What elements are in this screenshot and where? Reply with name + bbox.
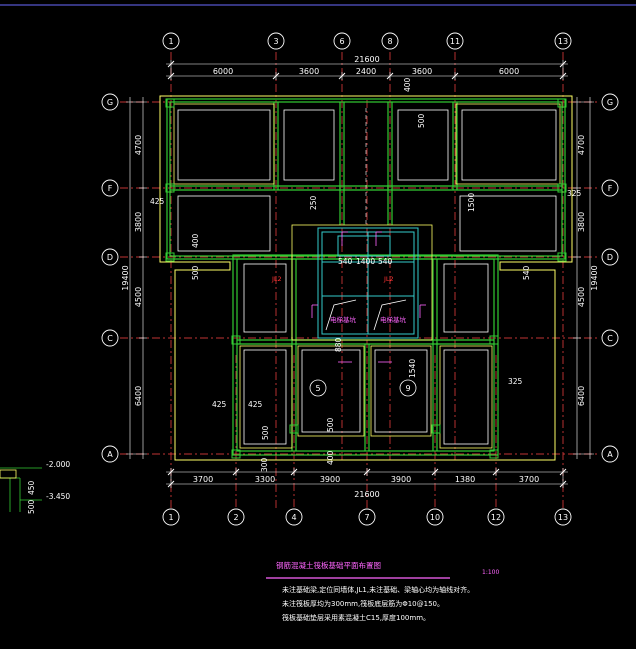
note-2: 未注筏板厚均为300mm,筏板底层筋为Φ10@150。 <box>282 599 444 608</box>
dim-bottom-2: 3300 <box>255 475 275 484</box>
axis-labels-left: G F D C A <box>107 98 113 459</box>
note-1: 未注基础梁,定位同墙体,JL1,未注基础、梁轴心均为轴线对齐。 <box>282 585 474 594</box>
label-elevator-pit-b: 电梯基坑 <box>380 315 407 324</box>
dim-1500: 1500 <box>467 193 476 212</box>
dim-left-2: 3800 <box>134 212 143 232</box>
dim-400-d: 400 <box>326 450 335 465</box>
dim-1540: 1540 <box>408 359 417 378</box>
dim-400-top: 400 <box>403 77 412 92</box>
side-elev-a: -2.000 <box>46 460 70 469</box>
dim-bottom-1: 3700 <box>193 475 213 484</box>
axis-top-3: 3 <box>273 37 278 46</box>
axis-5-9-bubbles <box>309 379 417 397</box>
axis-left-F: F <box>108 184 113 193</box>
dim-bottom-total: 21600 <box>354 490 379 499</box>
dim-left-total: 19400 <box>121 265 130 290</box>
axis-top-1: 1 <box>168 37 173 46</box>
foundation-plan-drawing: 1 3 6 8 11 13 1 2 4 7 10 12 13 G F D C A… <box>0 4 636 622</box>
dim-500-c: 500 <box>261 425 270 440</box>
dim-bottom-4: 3900 <box>391 475 411 484</box>
dim-left-3: 4500 <box>134 287 143 307</box>
axis-right-F: F <box>608 184 613 193</box>
axis-bottom-4: 4 <box>291 513 296 522</box>
axis-top-8: 8 <box>387 37 392 46</box>
dim-500-d: 500 <box>326 417 335 432</box>
section-marks <box>311 231 426 363</box>
side-dim-450: 450 <box>27 480 36 495</box>
title-block: 钢筋混凝土筏板基础平面布置图 1:100 未注基础梁,定位同墙体,JL1,未注基… <box>266 560 499 622</box>
axis-5-label: 5 <box>315 384 320 393</box>
axis-right-G: G <box>607 98 613 107</box>
label-jl2-a: JL2 <box>271 275 282 283</box>
dim-bottom-3: 3900 <box>320 475 340 484</box>
axis-top-11: 11 <box>450 37 460 46</box>
drawing-scale: 1:100 <box>482 569 499 576</box>
axis-top-13: 13 <box>558 37 568 46</box>
axis-right-D: D <box>607 253 613 262</box>
dim-right-2: 3800 <box>577 212 586 232</box>
side-detail: -2.000 -3.450 450 500 <box>0 460 70 514</box>
dim-540: 540 <box>522 265 531 280</box>
dim-325-right: 325 <box>567 189 582 198</box>
dim-500-a: 500 <box>417 113 426 128</box>
dims-left: 4700 3800 4500 6400 19400 <box>121 135 143 406</box>
axis-9-label: 9 <box>405 384 410 393</box>
label-elevator-pit-a: 电梯基坑 <box>330 315 357 324</box>
axis-bottom-13: 13 <box>558 513 568 522</box>
dim-880: 880 <box>334 337 343 352</box>
side-dim-500: 500 <box>27 499 36 514</box>
axis-left-A: A <box>107 450 113 459</box>
axis-bottom-2: 2 <box>233 513 238 522</box>
core-dim-3: 540 <box>378 257 393 266</box>
dim-top-2: 3600 <box>299 67 319 76</box>
dim-250: 250 <box>309 195 318 210</box>
axis-right-C: C <box>607 334 613 343</box>
drawing-title: 钢筋混凝土筏板基础平面布置图 <box>276 560 381 570</box>
dim-500-b: 500 <box>191 265 200 280</box>
elevator-pit-lines <box>325 299 407 331</box>
dim-top-4: 3600 <box>412 67 432 76</box>
side-elev-b: -3.450 <box>46 492 70 501</box>
dim-top-total: 21600 <box>354 55 379 64</box>
axis-bottom-12: 12 <box>491 513 501 522</box>
axis-bottom-10: 10 <box>430 513 440 522</box>
dim-300: 300 <box>260 457 269 472</box>
axis-bottom-7: 7 <box>364 513 369 522</box>
dim-425-b: 425 <box>248 400 263 409</box>
axis-labels-top: 1 3 6 8 11 13 <box>168 37 568 46</box>
axis-labels-right: G F D C A <box>607 98 613 459</box>
dim-left-1: 4700 <box>134 135 143 155</box>
dim-top-1: 6000 <box>213 67 233 76</box>
dim-bottom-5: 1380 <box>455 475 475 484</box>
dim-bottom-6: 3700 <box>519 475 539 484</box>
axis-right-A: A <box>607 450 613 459</box>
core-dim-2: 1400 <box>356 257 375 266</box>
dim-top-5: 6000 <box>499 67 519 76</box>
dim-right-1: 4700 <box>577 135 586 155</box>
dims-bottom: 3700 3300 3900 3900 1380 3700 21600 <box>193 475 539 499</box>
dim-top-3: 2400 <box>356 67 376 76</box>
dim-400-c: 400 <box>191 233 200 248</box>
dim-325-mid: 325 <box>508 377 523 386</box>
axis-top-6: 6 <box>339 37 344 46</box>
dim-right-total: 19400 <box>590 265 599 290</box>
dim-right-4: 6400 <box>577 386 586 406</box>
dims-right: 4700 3800 4500 6400 19400 <box>577 135 599 406</box>
dim-left-4: 6400 <box>134 386 143 406</box>
axis-left-D: D <box>107 253 113 262</box>
note-3: 筏板基础垫层采用素混凝土C15,厚度100mm。 <box>282 613 430 622</box>
dim-425-left: 425 <box>150 197 165 206</box>
axis-left-C: C <box>107 334 113 343</box>
axis-left-G: G <box>107 98 113 107</box>
label-jl2-b: JL2 <box>383 275 394 283</box>
dim-425-a: 425 <box>212 400 227 409</box>
dims-top: 21600 6000 3600 2400 3600 6000 <box>213 55 519 76</box>
core-dim-1: 540 <box>338 257 353 266</box>
dim-right-3: 4500 <box>577 287 586 307</box>
axis-bottom-1: 1 <box>168 513 173 522</box>
